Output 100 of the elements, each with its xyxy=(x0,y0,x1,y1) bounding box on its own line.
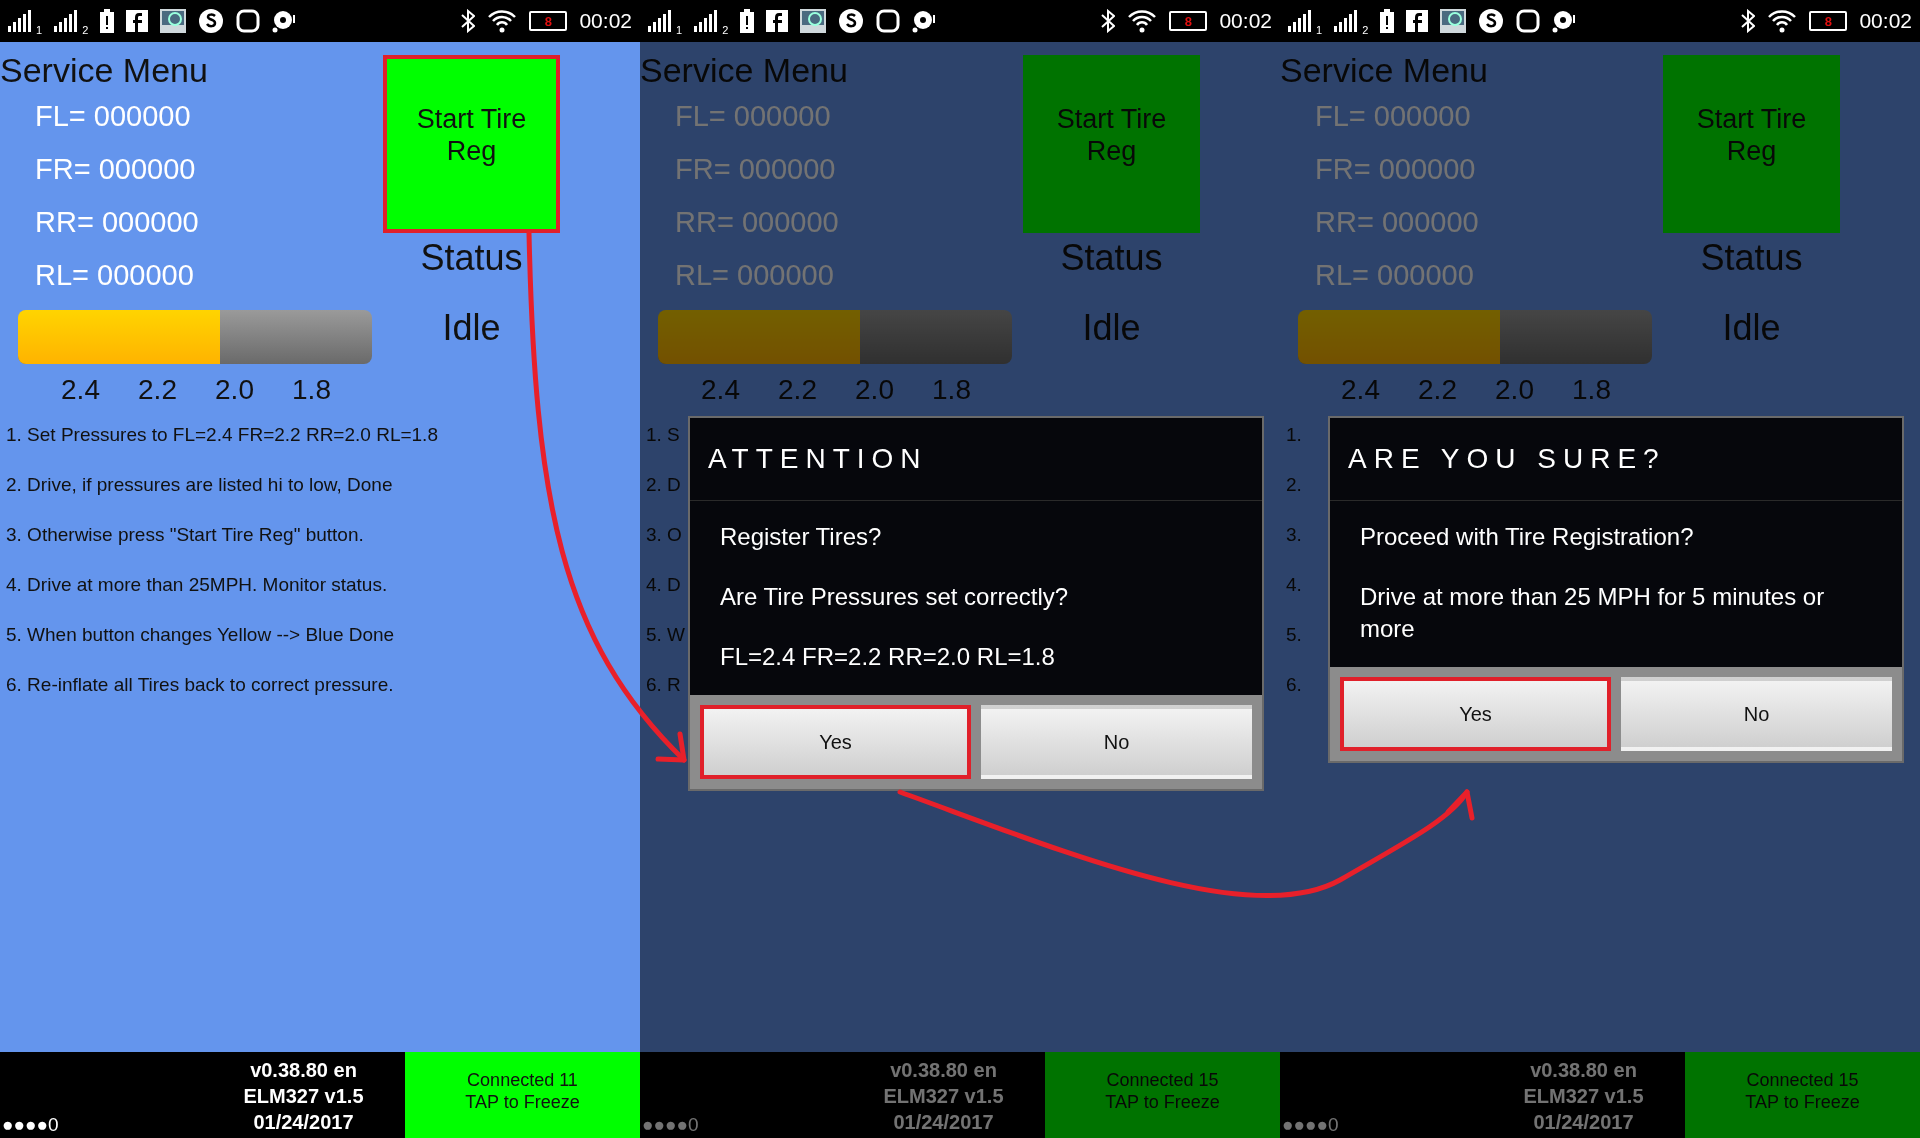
dialog-message: FL=2.4 FR=2.2 RR=2.0 RL=1.8 xyxy=(720,642,1056,672)
signal-icon xyxy=(1288,10,1314,32)
scale-label: 2.0 xyxy=(214,373,255,407)
image-icon xyxy=(800,9,827,33)
instruction-text: 6. R xyxy=(646,673,681,697)
battery-level: 8 xyxy=(1184,14,1193,28)
instruction-text: 6. xyxy=(1286,673,1302,697)
watch-icon xyxy=(1516,8,1541,34)
instruction-text: 2. D xyxy=(646,473,681,497)
tire-reading: FL= 000000 xyxy=(674,99,832,134)
tire-reading: RL= 000000 xyxy=(34,258,195,293)
instruction-text: 1. Set Pressures to FL=2.4 FR=2.2 RR=2.0 RL=1.8 xyxy=(6,423,438,447)
status-label: Status xyxy=(1700,236,1803,280)
watch-icon xyxy=(876,8,901,34)
instruction-text: 2. xyxy=(1286,473,1302,497)
disc-icon xyxy=(1552,9,1577,33)
disc-icon xyxy=(272,9,297,33)
dialog-message: Register Tires? xyxy=(720,522,883,552)
instruction-text: 4. xyxy=(1286,573,1302,597)
instruction-text: 1. S xyxy=(646,423,680,447)
sim-number: 2 xyxy=(1362,24,1369,36)
start-tire-reg-button[interactable]: Start Tire Reg xyxy=(383,55,560,233)
clock-time: 00:02 xyxy=(579,9,632,33)
chat-icon xyxy=(1478,8,1505,34)
bluetooth-icon xyxy=(1741,9,1756,33)
tire-reading: FR= 000000 xyxy=(1314,152,1477,187)
dialog-button[interactable]: No xyxy=(1621,677,1892,751)
watch-icon xyxy=(236,8,261,34)
connection-button[interactable]: Connected 11 TAP to Freeze xyxy=(405,1052,640,1138)
sim-number: 2 xyxy=(722,24,729,36)
app-icon xyxy=(766,10,789,32)
clock-time: 00:02 xyxy=(1859,9,1912,33)
scale-label: 2.0 xyxy=(1494,373,1535,407)
version-info: v0.38.80 en ELM327 v1.5 01/24/2017 xyxy=(1522,1058,1645,1135)
scale-label: 2.0 xyxy=(854,373,895,407)
image-icon xyxy=(1440,9,1467,33)
status-value: Idle xyxy=(1722,306,1781,350)
status-label: Status xyxy=(1060,236,1163,280)
screen-title: Service Menu xyxy=(640,50,849,90)
instruction-text: 6. Re-inflate all Tires back to correct pressure. xyxy=(6,673,394,697)
app-icon xyxy=(1406,10,1429,32)
instruction-text: 3. xyxy=(1286,523,1302,547)
battery-level: 8 xyxy=(1824,14,1833,28)
instruction-text: 3. O xyxy=(646,523,682,547)
instruction-text: 4. D xyxy=(646,573,681,597)
screen-title: Service Menu xyxy=(0,50,209,90)
chat-icon xyxy=(838,8,865,34)
bluetooth-icon xyxy=(1101,9,1116,33)
battery-level: 8 xyxy=(544,14,553,28)
progress-dots: ●●●●0 xyxy=(641,1114,700,1137)
instruction-text: 5. When button changes Yellow --> Blue Done xyxy=(6,623,395,647)
app-icon xyxy=(126,10,149,32)
dialog-message: Drive at more than 25 MPH for 5 minutes or more xyxy=(1360,582,1826,644)
signal-icon xyxy=(648,10,674,32)
scale-label: 2.4 xyxy=(700,373,741,407)
sim-number: 1 xyxy=(676,24,683,36)
status-label: Status xyxy=(420,236,523,280)
scale-label: 1.8 xyxy=(931,373,972,407)
instruction-text: 5. xyxy=(1286,623,1302,647)
instruction-text: 5. W xyxy=(646,623,686,647)
progress-dots: ●●●●0 xyxy=(1281,1114,1340,1137)
tire-reading: FR= 000000 xyxy=(34,152,197,187)
dialog-button[interactable]: Yes xyxy=(700,705,971,779)
tire-reading: RR= 000000 xyxy=(34,205,200,240)
dialog-title: ATTENTION xyxy=(690,418,1262,501)
scale-label: 2.2 xyxy=(137,373,178,407)
tire-reading: RL= 000000 xyxy=(674,258,835,293)
tire-reading: RR= 000000 xyxy=(1314,205,1480,240)
chat-icon xyxy=(198,8,225,34)
instruction-text: 3. Otherwise press "Start Tire Reg" button. xyxy=(6,523,364,547)
scale-label: 2.4 xyxy=(60,373,101,407)
sim-number: 1 xyxy=(1316,24,1323,36)
wifi-icon xyxy=(487,9,518,33)
instruction-text: 1. xyxy=(1286,423,1302,447)
dialog-button[interactable]: No xyxy=(981,705,1252,779)
dialog-message: Proceed with Tire Registration? xyxy=(1360,522,1695,552)
tire-reading: FL= 000000 xyxy=(34,99,192,134)
tire-reading: RL= 000000 xyxy=(1314,258,1475,293)
image-icon xyxy=(160,9,187,33)
battery-alert-icon xyxy=(740,9,755,33)
instruction-text: 2. Drive, if pressures are listed hi to low, Done xyxy=(6,473,393,497)
scale-label: 1.8 xyxy=(291,373,332,407)
bluetooth-icon xyxy=(461,9,476,33)
scale-label: 2.2 xyxy=(777,373,818,407)
progress-dots: ●●●●0 xyxy=(1,1114,60,1137)
battery-alert-icon xyxy=(100,9,115,33)
status-value: Idle xyxy=(442,306,501,350)
wifi-icon xyxy=(1127,9,1158,33)
signal-icon xyxy=(8,10,34,32)
dialog-button[interactable]: Yes xyxy=(1340,677,1611,751)
screen-title: Service Menu xyxy=(1280,50,1489,90)
status-value: Idle xyxy=(1082,306,1141,350)
battery-alert-icon xyxy=(1380,9,1395,33)
dialog-title: ARE YOU SURE? xyxy=(1330,418,1902,501)
scale-label: 2.2 xyxy=(1417,373,1458,407)
tire-reading: FR= 000000 xyxy=(674,152,837,187)
version-info: v0.38.80 en ELM327 v1.5 01/24/2017 xyxy=(242,1058,365,1135)
clock-time: 00:02 xyxy=(1219,9,1272,33)
dialog-message: Are Tire Pressures set correctly? xyxy=(720,582,1070,612)
instruction-text: 4. Drive at more than 25MPH. Monitor status. xyxy=(6,573,388,597)
